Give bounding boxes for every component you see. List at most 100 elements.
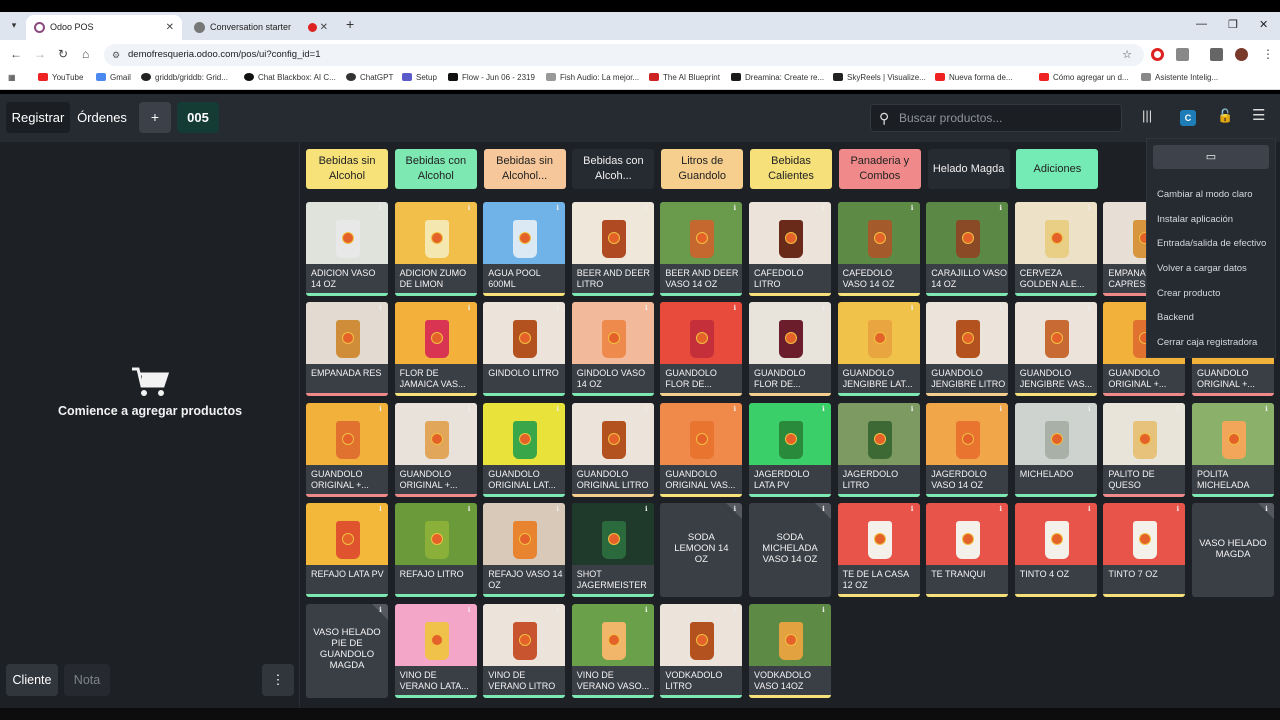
info-icon[interactable]: ℹ (819, 606, 828, 615)
product-card[interactable]: ℹ ADICION ZUMO DE LIMON (394, 202, 477, 296)
bookmark-nueva-forma[interactable]: Nueva forma de... (935, 73, 1013, 82)
bookmark-flow[interactable]: Flow - Jun 06 - 2319 (448, 73, 535, 82)
product-card[interactable]: ℹ GUANDOLO ORIGINAL +... (394, 402, 477, 497)
tab-search-button[interactable]: ▾ (6, 17, 22, 33)
info-icon[interactable]: ℹ (908, 204, 917, 213)
close-window-icon[interactable]: ✕ (1259, 18, 1268, 31)
category-button[interactable]: Bebidas sin Alcohol... (483, 149, 566, 189)
product-card[interactable]: ℹ VODKADOLO LITRO (660, 603, 743, 698)
info-icon[interactable]: ℹ (730, 606, 739, 615)
product-card[interactable]: ℹ VINO DE VERANO LITRO (483, 603, 566, 698)
product-card[interactable]: ℹ AGUA POOL 600ML (483, 202, 566, 296)
browser-tab-odoo-pos[interactable]: Odoo POS ✕ (26, 15, 182, 40)
bookmark-como-agregar[interactable]: Cómo agregar un d... (1039, 73, 1129, 82)
product-card[interactable]: ℹ GUANDOLO ORIGINAL LAT... (483, 402, 566, 497)
info-icon[interactable]: ℹ (1085, 304, 1094, 313)
info-icon[interactable]: ℹ (1085, 505, 1094, 514)
product-card[interactable]: ℹ GUANDOLO ORIGINAL +... (306, 402, 388, 497)
info-icon[interactable]: ℹ (1085, 204, 1094, 213)
product-card[interactable]: ℹ GUANDOLO JENGIBRE LITRO (926, 302, 1009, 397)
download-icon[interactable] (1210, 48, 1223, 61)
info-icon[interactable]: ℹ (553, 204, 562, 213)
menu-item-cash-in-out[interactable]: Entrada/salida de efectivo (1157, 238, 1275, 249)
info-icon[interactable]: ℹ (553, 304, 562, 313)
product-card[interactable]: ℹ JAGERDOLO LATA PV (749, 402, 831, 497)
product-card[interactable]: ℹ CAFEDOLO LITRO (749, 202, 831, 296)
info-icon[interactable]: ℹ (819, 204, 828, 213)
category-button[interactable]: Litros de Guandolo (661, 149, 744, 189)
category-button[interactable]: Helado Magda (927, 149, 1010, 189)
product-card[interactable]: ℹ EMPANADA RES (306, 302, 388, 397)
product-card[interactable]: ℹ VINO DE VERANO VASO... (571, 603, 654, 698)
close-icon[interactable]: ✕ (166, 15, 174, 40)
bookmark-griddb[interactable]: griddb/griddb: Grid... (141, 73, 228, 82)
info-icon[interactable]: ℹ (376, 304, 385, 313)
info-icon[interactable]: ℹ (465, 505, 474, 514)
product-card[interactable]: ℹ TINTO 4 OZ (1014, 503, 1097, 598)
url-bar[interactable]: ⚙ demofresqueria.odoo.com/pos/ui?config_… (104, 44, 1144, 66)
extensions-icon[interactable] (1176, 48, 1189, 61)
bookmark-blackbox[interactable]: Chat Blackbox: AI C... (244, 73, 336, 82)
bookmark-dreamina[interactable]: Dreamina: Create re... (731, 73, 824, 82)
product-card[interactable]: ℹ SHOT JAGERMEISTER (571, 503, 654, 598)
product-card[interactable]: ℹ POLITA MICHELADA (1192, 402, 1274, 497)
product-search[interactable]: ⚲ (870, 104, 1122, 132)
info-icon[interactable]: ℹ (553, 505, 562, 514)
menu-item-install-app[interactable]: Instalar aplicación (1157, 214, 1275, 225)
product-card[interactable]: ℹ BEER AND DEER LITRO (571, 202, 654, 296)
bookmark-fish-audio[interactable]: Fish Audio: La mejor... (546, 73, 639, 82)
info-icon[interactable]: ℹ (465, 405, 474, 414)
product-card[interactable]: ℹ TE TRANQUI (926, 503, 1009, 598)
info-icon[interactable]: ℹ (908, 405, 917, 414)
product-card[interactable]: ℹ VODKADOLO VASO 14OZ (749, 603, 831, 698)
product-card[interactable]: ℹ GUANDOLO JENGIBRE LAT... (837, 302, 920, 397)
bookmark-gmail[interactable]: Gmail (96, 73, 131, 82)
product-card[interactable]: ℹ GUANDOLO ORIGINAL LITRO (571, 402, 654, 497)
menu-item-create-product[interactable]: Crear producto (1157, 288, 1275, 299)
info-icon[interactable]: ℹ (376, 204, 385, 213)
site-info-icon[interactable]: ⚙ (112, 44, 120, 66)
product-card[interactable]: ℹ BEER AND DEER VASO 14 OZ (660, 202, 743, 296)
bookmark-star-icon[interactable]: ☆ (1122, 44, 1132, 66)
product-card[interactable]: ℹ REFAJO LATA PV (306, 503, 388, 598)
category-button[interactable]: Adiciones (1016, 149, 1099, 189)
product-card[interactable]: ℹ REFAJO VASO 14 OZ (483, 503, 566, 598)
product-card[interactable]: ℹ MICHELADO (1014, 402, 1097, 497)
category-button[interactable]: Bebidas con Alcoh... (572, 149, 655, 189)
info-icon[interactable]: ℹ (642, 204, 651, 213)
info-icon[interactable]: ℹ (553, 606, 562, 615)
product-card[interactable]: ℹ GUANDOLO FLOR DE... (660, 302, 743, 397)
product-card[interactable]: ℹ SODA MICHELADA VASO 14 OZ (749, 503, 831, 598)
more-actions-button[interactable]: ⋮ (262, 664, 294, 696)
forward-icon[interactable]: → (34, 47, 46, 61)
info-icon[interactable]: ℹ (553, 405, 562, 414)
menu-item-light-mode[interactable]: Cambiar al modo claro (1157, 189, 1275, 200)
product-card[interactable]: ℹ VASO HELADO PIE DE GUANDOLO MAGDA (306, 603, 388, 698)
info-icon[interactable]: ℹ (730, 304, 739, 313)
product-card[interactable]: ℹ TINTO 7 OZ (1103, 503, 1186, 598)
menu-item-close-register[interactable]: Cerrar caja registradora (1157, 337, 1275, 348)
info-icon[interactable]: ℹ (819, 304, 828, 313)
category-button[interactable]: Bebidas Calientes (750, 149, 832, 189)
info-icon[interactable]: ℹ (642, 405, 651, 414)
info-icon[interactable]: ℹ (996, 505, 1005, 514)
search-input[interactable] (899, 105, 1117, 131)
product-card[interactable]: ℹ REFAJO LITRO (394, 503, 477, 598)
cliente-button[interactable]: Cliente (6, 664, 58, 696)
bookmark-ai-blueprint[interactable]: The AI Blueprint (649, 73, 720, 82)
info-icon[interactable]: ℹ (996, 204, 1005, 213)
product-card[interactable]: ℹ VINO DE VERANO LATA... (394, 603, 477, 698)
product-card[interactable]: ℹ CARAJILLO VASO 14 OZ (926, 202, 1009, 296)
product-card[interactable]: ℹ ADICION VASO 14 OZ (306, 202, 388, 296)
info-icon[interactable]: ℹ (465, 204, 474, 213)
new-tab-button[interactable]: + (346, 16, 354, 32)
cashier-avatar[interactable]: C (1180, 110, 1196, 126)
info-icon[interactable]: ℹ (376, 405, 385, 414)
lock-icon[interactable]: 🔓 (1217, 108, 1233, 124)
category-button[interactable]: Bebidas sin Alcohol (306, 149, 388, 189)
current-order-tab[interactable]: 005 (177, 102, 219, 133)
close-icon[interactable]: ✕ (320, 15, 328, 40)
apps-grid-icon[interactable]: ▦ (8, 73, 16, 82)
browser-menu-icon[interactable]: ⋮ (1262, 47, 1274, 61)
product-card[interactable]: ℹ PALITO DE QUESO (1103, 402, 1186, 497)
